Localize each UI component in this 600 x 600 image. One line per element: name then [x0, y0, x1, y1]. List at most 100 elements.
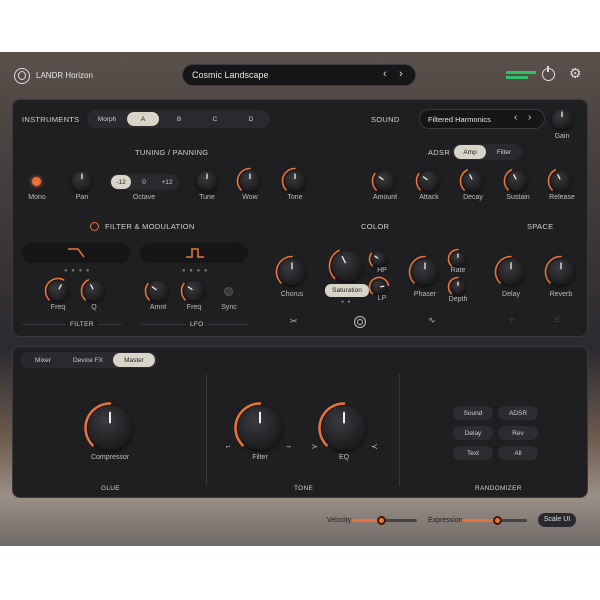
attack-knob[interactable] [415, 171, 439, 191]
saturation-knob[interactable] [328, 249, 362, 281]
pan-knob[interactable] [72, 171, 92, 191]
level-meter [506, 71, 536, 79]
sound-heading: SOUND [371, 115, 400, 124]
attack-label: Attack [419, 194, 439, 201]
filter-freq-knob[interactable] [44, 277, 68, 301]
octave-minus12[interactable]: -12 [111, 175, 131, 189]
phaser-label: Phaser [413, 291, 437, 298]
reverb-knob[interactable] [544, 255, 574, 285]
eq-high-icon: ≺ [371, 442, 378, 451]
wow-knob[interactable] [236, 167, 260, 191]
phaser-fx-icon[interactable]: ∿ [428, 315, 436, 326]
sound-selector[interactable]: Filtered Harmonics ‹ › [419, 109, 545, 129]
delay-label: Delay [502, 291, 520, 298]
saturation-fx-icon[interactable] [354, 316, 366, 328]
eq-label: EQ [338, 454, 350, 461]
tune-knob[interactable] [197, 171, 217, 191]
sustain-label: Sustain [506, 194, 530, 201]
lfo-sync-label: Sync [221, 304, 237, 311]
octave-plus12[interactable]: +12 [157, 175, 177, 189]
glue-tone-divider [206, 374, 207, 486]
preset-prev-icon[interactable]: ‹ [383, 68, 387, 80]
tab-c[interactable]: C [199, 112, 231, 126]
rate-knob[interactable] [447, 248, 465, 267]
chorus-knob[interactable] [275, 255, 305, 285]
hp-label: HP [377, 267, 387, 274]
mono-label: Mono [28, 194, 46, 201]
amount-knob[interactable] [371, 171, 395, 191]
decay-knob[interactable] [459, 169, 483, 191]
lp-knob[interactable] [368, 276, 390, 295]
saturation-pill[interactable]: Saturation [325, 284, 369, 297]
phaser-knob[interactable] [408, 255, 438, 285]
eq-knob[interactable] [318, 402, 366, 450]
sustain-knob[interactable] [503, 169, 527, 191]
tab-master[interactable]: Master [113, 353, 155, 367]
tab-mixer[interactable]: Mixer [25, 353, 61, 367]
filter-mod-power-icon[interactable] [90, 222, 99, 231]
tab-filter[interactable]: Filter [488, 145, 520, 159]
mono-toggle[interactable] [32, 177, 41, 186]
preset-next-icon[interactable]: › [399, 68, 403, 80]
release-knob[interactable] [547, 169, 571, 191]
app-title: LANDR Horizon [36, 71, 93, 80]
tone-knob[interactable] [281, 167, 305, 191]
preset-selector[interactable]: Cosmic Landscape ‹ › [182, 64, 416, 86]
amount-label: Amount [372, 194, 398, 201]
randomize-sound-button[interactable]: Sound [453, 406, 493, 420]
delay-knob[interactable] [494, 255, 524, 285]
filter-heading: FILTER [66, 321, 98, 328]
tab-b[interactable]: B [163, 112, 195, 126]
tab-amp[interactable]: Amp [454, 145, 486, 159]
power-icon[interactable] [542, 66, 555, 81]
app-window: LANDR Horizon Cosmic Landscape ‹ › ⚙ INS… [0, 52, 600, 546]
expression-slider[interactable] [462, 516, 527, 525]
randomize-delay-button[interactable]: Delay [453, 426, 493, 440]
decay-label: Decay [463, 194, 483, 201]
tab-device-fx[interactable]: Device FX [67, 353, 109, 367]
randomizer-heading: RANDOMIZER [475, 485, 522, 492]
tone-filter-knob[interactable] [234, 402, 282, 450]
depth-knob[interactable] [447, 276, 465, 295]
filter-shape-display[interactable] [22, 243, 130, 263]
sound-name: Filtered Harmonics [428, 115, 491, 124]
velocity-handle[interactable] [376, 516, 386, 525]
instruments-heading: INSTRUMENTS [22, 115, 80, 124]
wow-label: Wow [242, 194, 258, 201]
pan-label: Pan [75, 194, 89, 201]
tab-a[interactable]: A [127, 112, 159, 126]
chorus-fx-icon[interactable]: ✂ [290, 316, 298, 327]
randomize-adsr-button[interactable]: ADSR [498, 406, 538, 420]
filter-q-label: Q [91, 304, 97, 311]
randomize-rev-button[interactable]: Rev [498, 426, 538, 440]
lfo-amnt-knob[interactable] [144, 281, 168, 301]
tab-morph[interactable]: Morph [91, 112, 123, 126]
lfo-sync-toggle[interactable] [224, 287, 233, 296]
lfo-freq-knob[interactable] [180, 281, 204, 301]
velocity-slider[interactable] [352, 516, 417, 525]
randomize-all-button[interactable]: All [498, 446, 538, 460]
reverb-label: Reverb [549, 291, 573, 298]
reverb-fx-icon[interactable]: ⁙ [553, 315, 561, 326]
compressor-knob[interactable] [84, 402, 132, 450]
expression-handle[interactable] [493, 516, 503, 525]
hp-knob[interactable] [368, 252, 386, 267]
tuning-heading: TUNING / PANNING [135, 148, 209, 157]
tune-label: Tune [199, 194, 215, 201]
tab-d[interactable]: D [235, 112, 267, 126]
adsr-tabs: Amp Filter [452, 144, 522, 160]
octave-0[interactable]: 0 [134, 175, 154, 189]
filter-q-knob[interactable] [80, 279, 104, 301]
randomize-text-button[interactable]: Text [453, 446, 493, 460]
sound-prev-icon[interactable]: ‹ [514, 112, 517, 123]
lfo-shape-display[interactable] [140, 243, 248, 263]
gain-knob[interactable] [552, 109, 572, 129]
delay-fx-icon[interactable]: ⁘ [508, 315, 516, 326]
octave-label: Octave [132, 194, 156, 201]
lfo-freq-label: Freq [186, 304, 202, 311]
compressor-label: Compressor [90, 454, 130, 461]
chorus-label: Chorus [280, 291, 304, 298]
settings-gear-icon[interactable]: ⚙ [569, 65, 582, 82]
sound-next-icon[interactable]: › [528, 112, 531, 123]
scale-ui-button[interactable]: Scale UI [538, 513, 576, 527]
